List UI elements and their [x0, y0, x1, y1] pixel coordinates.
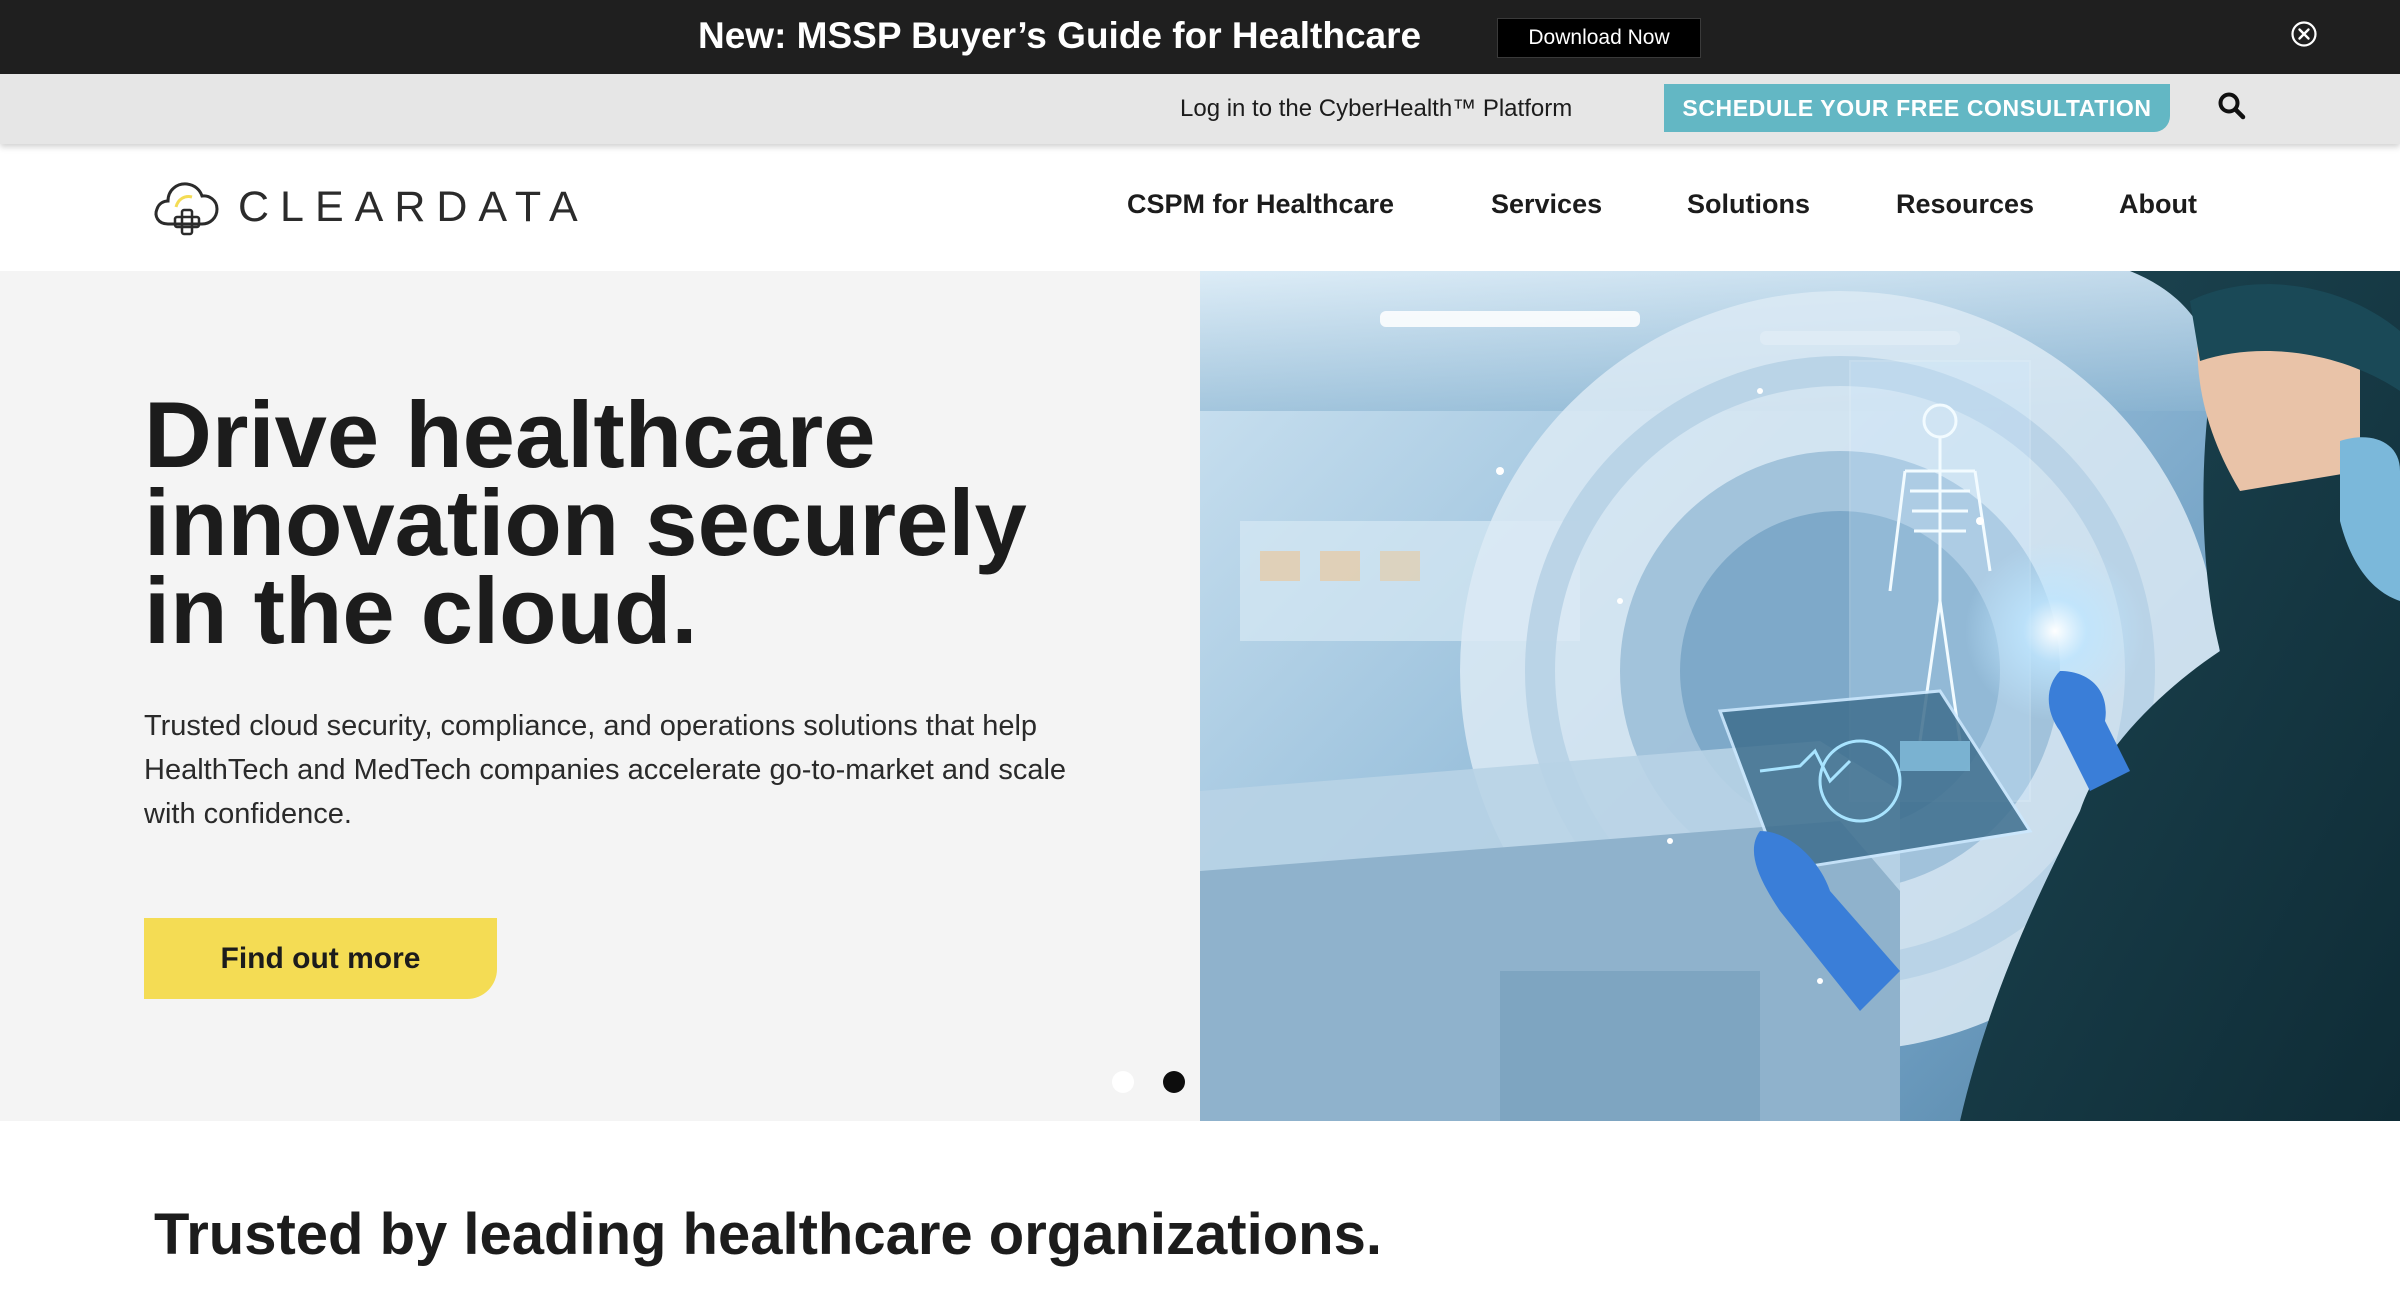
find-out-more-button[interactable]: Find out more — [144, 918, 497, 999]
close-icon[interactable] — [2290, 20, 2318, 48]
cleardata-logo[interactable]: CLEARDATA — [152, 174, 589, 240]
carousel-dot-1[interactable] — [1112, 1071, 1134, 1093]
hero-text-panel: Drive healthcare innovation securely in … — [0, 271, 1200, 1121]
nav-about[interactable]: About — [2119, 186, 2197, 222]
brand-name: CLEARDATA — [238, 183, 589, 231]
mri-holographic-illustration — [1200, 271, 2400, 1121]
nav-solutions[interactable]: Solutions — [1687, 186, 1810, 222]
nav-cspm-for-healthcare[interactable]: CSPM for Healthcare — [1127, 186, 1394, 222]
hero-image — [1200, 271, 2400, 1121]
carousel-dot-2[interactable] — [1163, 1071, 1185, 1093]
trusted-heading: Trusted by leading healthcare organizati… — [154, 1202, 1382, 1267]
announcement-title: New: MSSP Buyer’s Guide for Healthcare — [698, 15, 1422, 56]
nav-services[interactable]: Services — [1491, 186, 1602, 222]
schedule-consultation-button[interactable]: SCHEDULE YOUR FREE CONSULTATION — [1664, 84, 2170, 132]
announcement-bar: New: MSSP Buyer’s Guide for Healthcare D… — [0, 0, 2400, 74]
nav-resources[interactable]: Resources — [1896, 186, 2034, 222]
utility-bar: Log in to the CyberHealth™ Platform SCHE… — [0, 74, 2400, 144]
cloud-cross-logo-icon — [154, 182, 219, 236]
search-icon[interactable] — [2216, 90, 2248, 122]
hero-title-line: in the cloud. — [144, 558, 698, 663]
hero-title: Drive healthcare innovation securely in … — [144, 388, 1144, 658]
site-header: CLEARDATA CSPM for Healthcare Services S… — [0, 144, 2400, 271]
download-now-button[interactable]: Download Now — [1497, 18, 1701, 58]
hero-subtitle: Trusted cloud security, compliance, and … — [144, 710, 1067, 830]
platform-login-link[interactable]: Log in to the CyberHealth™ Platform — [1180, 93, 1572, 125]
